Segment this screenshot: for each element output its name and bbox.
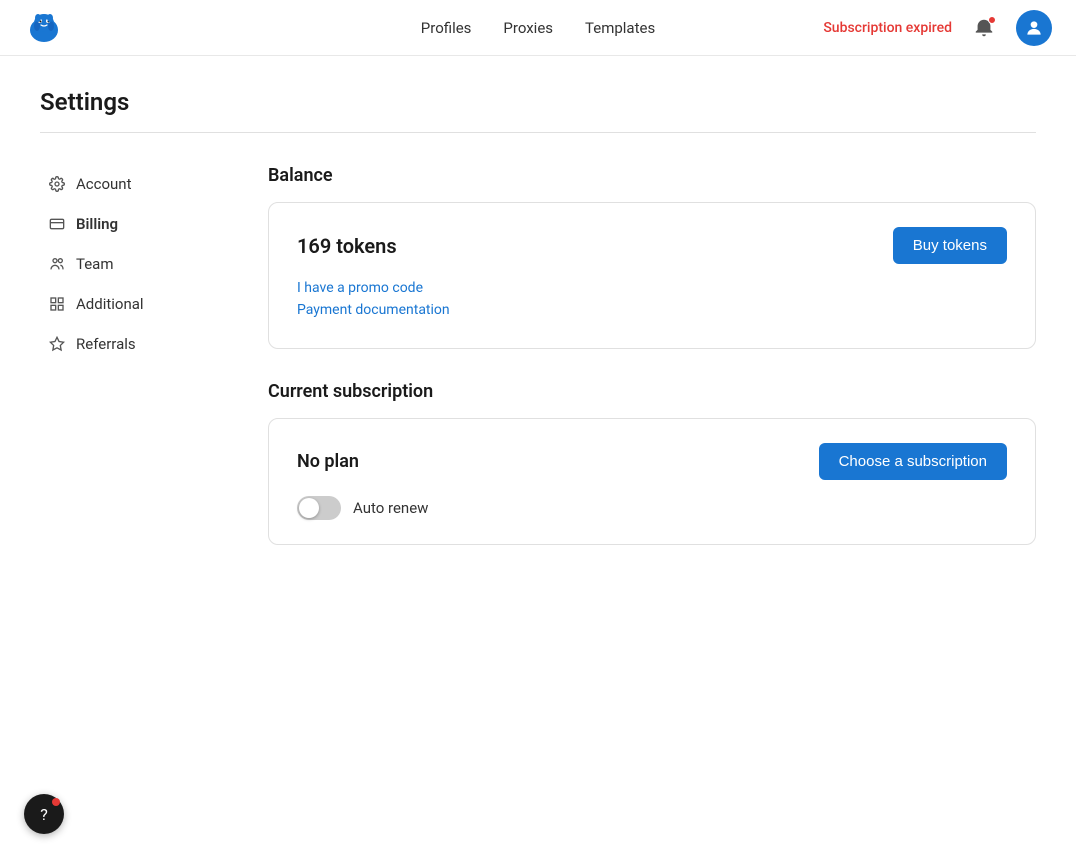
sidebar-additional-label: Additional: [76, 295, 144, 313]
subscription-status: Subscription expired: [823, 20, 952, 36]
balance-section-title: Balance: [268, 165, 1036, 186]
gear-icon: [48, 175, 66, 193]
nav-links: Profiles Proxies Templates: [421, 19, 655, 37]
star-icon: [48, 335, 66, 353]
balance-row: 169 tokens Buy tokens: [297, 227, 1007, 264]
subscription-section-title: Current subscription: [268, 381, 1036, 402]
team-icon: [48, 255, 66, 273]
sidebar-item-referrals[interactable]: Referrals: [40, 325, 220, 363]
notification-dot: [988, 16, 996, 24]
logo[interactable]: [24, 8, 64, 48]
promo-code-link[interactable]: I have a promo code: [297, 280, 1007, 296]
sidebar: Account Billing: [40, 165, 220, 577]
help-button[interactable]: ?: [24, 794, 64, 834]
auto-renew-toggle[interactable]: [297, 496, 341, 520]
sidebar-item-account[interactable]: Account: [40, 165, 220, 203]
help-dot: [52, 798, 60, 806]
page-divider: [40, 132, 1036, 133]
sidebar-item-billing[interactable]: Billing: [40, 205, 220, 243]
sidebar-team-label: Team: [76, 255, 114, 273]
user-avatar[interactable]: [1016, 10, 1052, 46]
top-navigation: Profiles Proxies Templates Subscription …: [0, 0, 1076, 56]
avatar-icon: [1024, 18, 1044, 38]
nav-templates[interactable]: Templates: [585, 19, 655, 37]
auto-renew-label: Auto renew: [353, 499, 428, 517]
choose-subscription-button[interactable]: Choose a subscription: [819, 443, 1007, 480]
notifications-button[interactable]: [968, 12, 1000, 44]
plan-label: No plan: [297, 451, 359, 472]
auto-renew-row: Auto renew: [297, 496, 1007, 520]
subscription-card: No plan Choose a subscription Auto renew: [268, 418, 1036, 545]
nav-profiles[interactable]: Profiles: [421, 19, 472, 37]
main-content: Balance 169 tokens Buy tokens I have a p…: [268, 165, 1036, 577]
sidebar-referrals-label: Referrals: [76, 335, 136, 353]
grid-icon: [48, 295, 66, 313]
page-container: Settings Account: [0, 56, 1076, 609]
sidebar-account-label: Account: [76, 175, 132, 193]
sidebar-item-team[interactable]: Team: [40, 245, 220, 283]
subscription-row: No plan Choose a subscription: [297, 443, 1007, 480]
payment-docs-link[interactable]: Payment documentation: [297, 302, 1007, 318]
buy-tokens-button[interactable]: Buy tokens: [893, 227, 1007, 264]
balance-card: 169 tokens Buy tokens I have a promo cod…: [268, 202, 1036, 349]
logo-icon: [24, 8, 64, 48]
toggle-knob: [299, 498, 319, 518]
sidebar-billing-label: Billing: [76, 215, 118, 233]
nav-proxies[interactable]: Proxies: [503, 19, 553, 37]
help-icon: ?: [40, 805, 48, 824]
nav-right: Subscription expired: [823, 10, 1052, 46]
token-amount: 169 tokens: [297, 234, 397, 258]
sidebar-item-additional[interactable]: Additional: [40, 285, 220, 323]
page-title: Settings: [40, 88, 1036, 116]
layout: Account Billing: [40, 165, 1036, 577]
billing-icon: [48, 215, 66, 233]
